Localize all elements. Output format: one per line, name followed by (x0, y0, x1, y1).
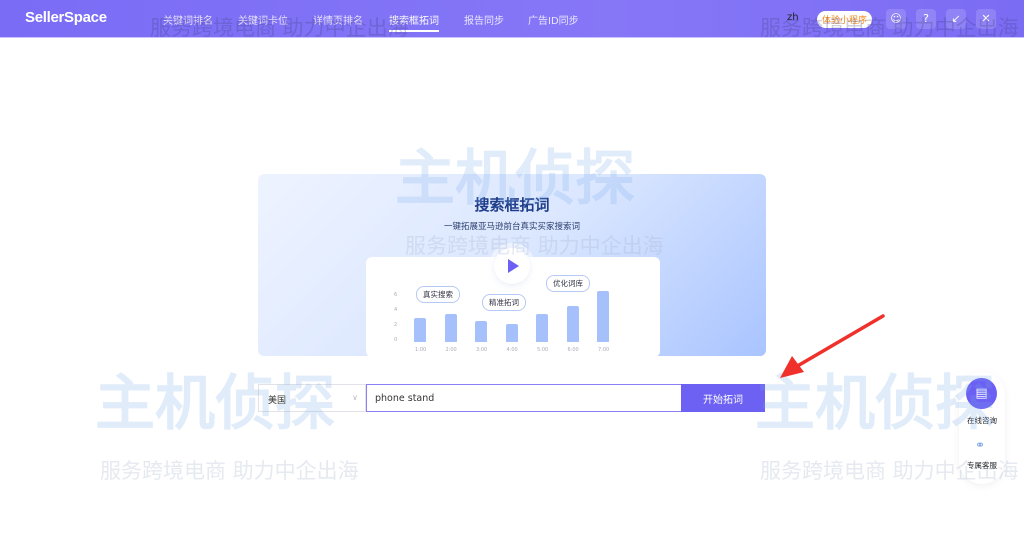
bubble-label: 优化词库 (546, 275, 590, 292)
top-nav-bar: SellerSpace 关键词排名 关键词卡位 详情页排名 搜索框拓词 报告同步… (0, 0, 1024, 38)
floating-support-panel: ▤ 在线咨询 ⚭ 专属客服 (959, 372, 1005, 484)
dedicated-service-label[interactable]: 专属客服 (959, 460, 1005, 471)
chart-bar (536, 314, 548, 342)
online-consult-label[interactable]: 在线咨询 (959, 415, 1005, 426)
watermark: 服务跨境电商 助力中企出海 (100, 459, 359, 483)
banner-title: 搜索框拓词 (474, 196, 550, 214)
bubble-label: 精准拓词 (482, 294, 526, 311)
nav-keyword-slot[interactable]: 关键词卡位 (238, 12, 288, 27)
mini-program-button[interactable]: 体验小程序 (817, 11, 873, 28)
play-video-button[interactable] (494, 248, 530, 284)
nav-keyword-rank[interactable]: 关键词排名 (163, 12, 213, 27)
chart-y-label: 4 (394, 307, 398, 313)
chart-bar (505, 323, 518, 342)
language-switch[interactable]: zh (787, 12, 799, 23)
chart-x-label: 7:00 (598, 347, 610, 353)
nav-ad-id-sync[interactable]: 广告ID同步 (528, 12, 579, 27)
chart-y-label: 0 (394, 337, 398, 343)
country-select[interactable]: 美国 ∨ (258, 384, 366, 412)
nav-report-sync[interactable]: 报告同步 (464, 12, 504, 27)
chat-icon[interactable]: ▤ (966, 378, 997, 409)
chart-x-label: 6:00 (567, 347, 579, 353)
nav-detail-rank[interactable]: 详情页排名 (313, 12, 363, 27)
chart-x-label: 1:00 (415, 347, 427, 353)
bubble-label: 真实搜索 (416, 286, 460, 303)
chart-x-label: 5:00 (537, 347, 549, 353)
chart-bar (444, 314, 457, 342)
user-icon[interactable]: ☺ (886, 9, 906, 29)
headset-icon[interactable]: ⚭ (975, 438, 985, 452)
keyword-input[interactable] (366, 384, 682, 412)
chart-y-label: 6 (394, 292, 398, 298)
banner-subtitle: 一键拓展亚马逊前台真实买家搜索词 (443, 222, 580, 232)
start-expand-button[interactable]: 开始拓词 (681, 384, 765, 412)
logo[interactable]: SellerSpace (25, 9, 107, 26)
minimize-icon[interactable]: ↙ (946, 9, 966, 29)
chart-x-label: 4:00 (506, 347, 518, 353)
red-arrow-annotation (780, 314, 885, 378)
country-value: 美国 (268, 396, 287, 406)
chevron-down-icon: ∨ (352, 393, 358, 402)
close-icon[interactable]: ✕ (976, 9, 996, 29)
chart-y-label: 2 (394, 322, 398, 328)
nav-search-expand[interactable]: 搜索框拓词 (389, 12, 439, 32)
chart-bar (475, 320, 487, 342)
feature-banner[interactable]: 搜索框拓词 一键拓展亚马逊前台真实买家搜索词 真实搜索 精准拓词 优化词库 1:… (258, 174, 766, 356)
chart-bar (414, 317, 426, 342)
chart-bar (566, 305, 579, 342)
help-icon[interactable]: ? (916, 9, 936, 29)
chart-bar (597, 290, 609, 342)
chart-x-label: 2:00 (445, 347, 457, 353)
chart-x-label: 3:00 (476, 347, 488, 353)
